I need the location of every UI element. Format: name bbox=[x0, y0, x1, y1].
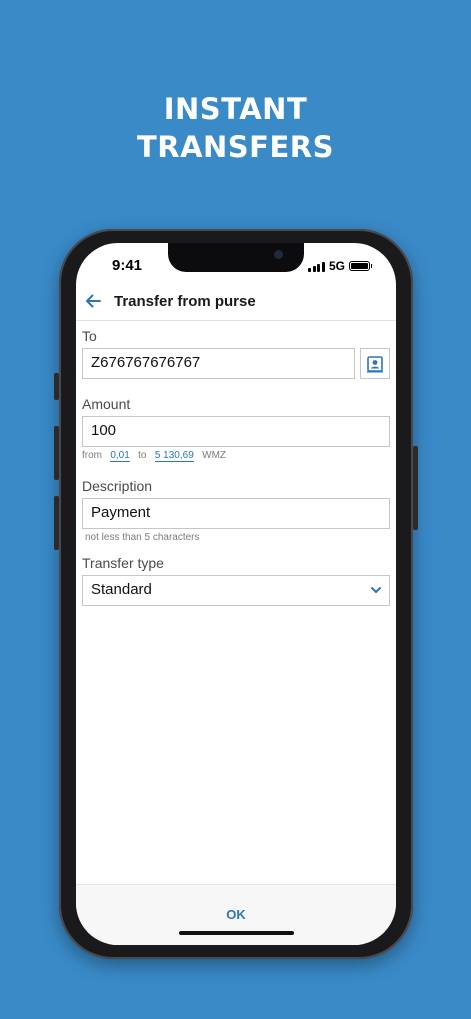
phone-power-button bbox=[413, 446, 418, 530]
status-time: 9:41 bbox=[112, 257, 143, 274]
ok-button[interactable]: OK bbox=[76, 907, 396, 922]
transfer-type-value: Standard bbox=[91, 581, 152, 598]
chevron-down-icon bbox=[371, 587, 381, 593]
contact-picker-button[interactable] bbox=[360, 348, 390, 379]
transfer-type-select[interactable]: Standard bbox=[82, 575, 390, 606]
bottom-bar: OK bbox=[76, 884, 396, 945]
to-field[interactable]: Z676767676767 bbox=[82, 348, 355, 379]
amount-max-link[interactable]: 5 130,69 bbox=[154, 450, 194, 462]
phone-volume-down bbox=[54, 496, 59, 550]
battery-icon bbox=[349, 261, 372, 271]
transfer-type-label: Transfer type bbox=[82, 555, 164, 571]
phone-screen: 9:41 5G Transfer from purse To Z67676767… bbox=[76, 243, 396, 945]
to-label: To bbox=[82, 328, 97, 344]
page-title: Transfer from purse bbox=[114, 293, 256, 310]
amount-hint-from: from bbox=[82, 450, 102, 461]
description-label: Description bbox=[82, 478, 153, 494]
amount-field[interactable]: 100 bbox=[82, 416, 390, 447]
amount-min-link[interactable]: 0,01 bbox=[110, 450, 130, 462]
amount-currency: WMZ bbox=[202, 450, 227, 461]
amount-hint-to: to bbox=[138, 450, 147, 461]
arrow-left-icon[interactable] bbox=[84, 292, 102, 310]
amount-hint: from 0,01 to 5 130,69 WMZ bbox=[82, 450, 227, 462]
network-label: 5G bbox=[328, 259, 345, 273]
contact-card-icon bbox=[367, 355, 383, 372]
phone-volume-up bbox=[54, 426, 59, 480]
phone-silent-switch bbox=[54, 373, 59, 400]
signal-icon bbox=[308, 261, 325, 272]
promo-line-1: INSTANT bbox=[163, 92, 308, 126]
status-indicators: 5G bbox=[308, 259, 372, 273]
app-bar: Transfer from purse bbox=[76, 288, 396, 321]
promo-line-2: TRANSFERS bbox=[136, 130, 335, 164]
amount-label: Amount bbox=[82, 396, 131, 412]
description-hint: not less than 5 characters bbox=[85, 532, 200, 543]
camera-icon bbox=[274, 250, 283, 259]
notch bbox=[168, 243, 304, 272]
description-field[interactable]: Payment bbox=[82, 498, 390, 529]
home-indicator bbox=[179, 931, 294, 935]
promo-headline: INSTANT TRANSFERS bbox=[0, 90, 471, 166]
